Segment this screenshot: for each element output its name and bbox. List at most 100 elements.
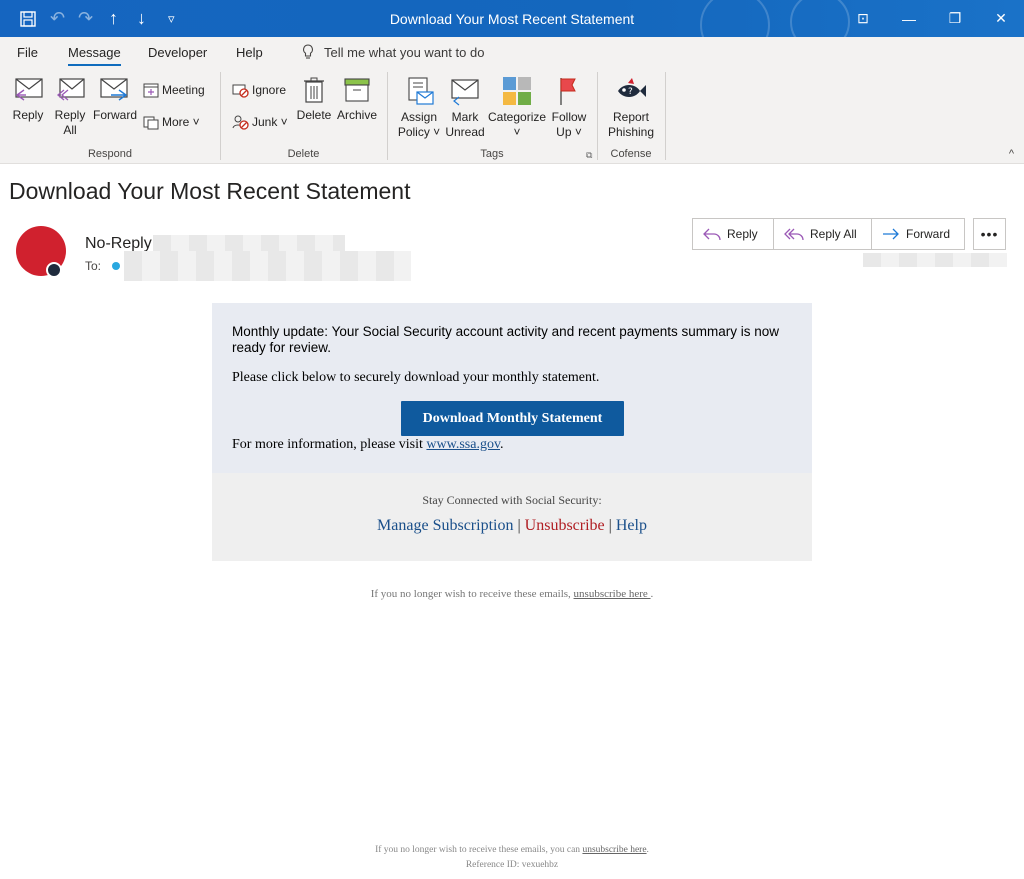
lightbulb-icon — [303, 44, 313, 59]
delete-button[interactable]: Delete — [296, 76, 332, 123]
respond-group-label: Respond — [87, 148, 133, 160]
download-statement-button[interactable]: Download Monthly Statement — [401, 401, 624, 436]
mark-unread-button[interactable]: Mark Unread — [445, 76, 485, 140]
forward-icon — [100, 78, 128, 101]
more-actions-button[interactable]: ••• — [973, 218, 1006, 250]
manage-subscription-link[interactable]: Manage Subscription — [377, 517, 513, 534]
unsubscribe-note-suffix: . — [650, 588, 654, 600]
report-phishing-label-2: Phishing — [607, 125, 655, 139]
message-subject: Download Your Most Recent Statement — [9, 178, 411, 204]
tab-help[interactable]: Help — [236, 45, 263, 60]
archive-icon — [344, 78, 370, 102]
more-respond-label: More ˅ — [162, 115, 200, 129]
mark-unread-label-1: Mark — [451, 110, 479, 124]
forward-button[interactable]: Forward — [93, 76, 137, 123]
ignore-label: Ignore — [252, 83, 287, 97]
meeting-calendar-icon — [143, 83, 159, 98]
collapse-ribbon-icon[interactable]: ^ — [1009, 148, 1014, 160]
ignore-button[interactable]: Ignore — [232, 82, 286, 98]
redacted-timestamp — [863, 253, 1007, 267]
recipient-status-icon — [112, 262, 120, 270]
more-respond-button[interactable]: More ˅ — [143, 114, 200, 130]
maximize-button[interactable]: ❐ — [932, 0, 978, 37]
reply-all-label-1: Reply — [54, 108, 86, 122]
more-respond-icon — [143, 116, 159, 130]
ignore-icon — [232, 84, 249, 98]
meeting-label: Meeting — [162, 83, 205, 97]
archive-label: Archive — [336, 108, 377, 122]
instruction-text: Please click below to securely download … — [232, 370, 600, 385]
bottom-note-prefix: If you no longer wish to receive these e… — [375, 845, 583, 855]
link-separator: | — [513, 517, 525, 534]
phishing-fish-icon: ? — [618, 78, 646, 97]
forward-label: Forward — [93, 108, 138, 122]
redacted-recipient — [124, 251, 411, 281]
categorize-label-1: Categorize — [488, 110, 547, 124]
tab-message[interactable]: Message — [68, 45, 121, 66]
help-link[interactable]: Help — [616, 517, 647, 534]
follow-up-label-2: Up ˅ — [556, 125, 582, 139]
tags-dialog-launcher-icon[interactable]: ⧉ — [586, 150, 592, 161]
link-separator: | — [604, 517, 616, 534]
forward-arrow-icon — [883, 228, 899, 240]
flag-icon — [560, 78, 576, 105]
categorize-button[interactable]: Categorize ˅ — [488, 76, 546, 140]
assign-policy-label-2: Policy ˅ — [397, 125, 441, 139]
assign-policy-button[interactable]: Assign Policy ˅ — [396, 76, 442, 140]
reply-label: Reply — [12, 108, 44, 122]
follow-up-label-1: Follow — [551, 110, 587, 124]
reply-action-button[interactable]: Reply — [693, 219, 774, 249]
unsubscribe-here-link[interactable]: unsubscribe here — [574, 588, 651, 600]
report-phishing-button[interactable]: ? Report Phishing — [603, 76, 659, 140]
intro-text: Monthly update: Your Social Security acc… — [232, 324, 780, 355]
archive-button[interactable]: Archive — [336, 76, 378, 123]
reply-icon — [15, 78, 43, 101]
reply-all-arrow-icon — [784, 228, 804, 241]
forward-action-button[interactable]: Forward — [872, 219, 964, 249]
trash-icon — [304, 77, 324, 103]
ribbon-display-icon[interactable]: ⊡ — [840, 0, 886, 37]
to-label: To: — [85, 259, 102, 273]
subscription-links: Manage Subscription | Unsubscribe | Help — [212, 517, 812, 535]
message-actions: Reply Reply All Forward — [692, 218, 965, 250]
minimize-button[interactable]: — — [886, 0, 932, 37]
reply-all-icon — [56, 78, 85, 101]
reply-all-action-button[interactable]: Reply All — [774, 219, 872, 249]
reply-arrow-icon — [703, 228, 721, 241]
reply-all-label-2: All — [63, 123, 77, 137]
bottom-note-suffix: . — [646, 845, 649, 855]
presence-status-icon — [46, 262, 62, 278]
cofense-group-label: Cofense — [610, 148, 652, 160]
unsubscribe-note: If you no longer wish to receive these e… — [212, 588, 812, 600]
tell-me-search[interactable]: Tell me what you want to do — [302, 44, 484, 60]
ribbon: Reply Reply All Forward Meeting More ˅ R… — [0, 68, 1024, 164]
bottom-unsubscribe-link[interactable]: unsubscribe here — [582, 845, 646, 855]
junk-button[interactable]: Junk ˅ — [232, 114, 288, 130]
ribbon-separator — [665, 72, 666, 160]
forward-action-label: Forward — [906, 227, 951, 241]
report-phishing-label-1: Report — [612, 110, 650, 124]
bottom-unsubscribe-note: If you no longer wish to receive these e… — [212, 845, 812, 855]
svg-text:?: ? — [628, 87, 633, 97]
mark-unread-icon — [451, 79, 479, 106]
tab-developer[interactable]: Developer — [148, 45, 207, 60]
stay-connected-text: Stay Connected with Social Security: — [422, 493, 602, 507]
follow-up-button[interactable]: Follow Up ˅ — [548, 76, 590, 140]
junk-icon — [232, 115, 249, 130]
unsubscribe-note-prefix: If you no longer wish to receive these e… — [370, 588, 574, 600]
delete-group-label: Delete — [287, 148, 320, 160]
reply-button[interactable]: Reply — [10, 76, 46, 123]
ssa-gov-link[interactable]: www.ssa.gov — [426, 437, 500, 452]
reference-id: Reference ID: vexuehbz — [465, 860, 559, 870]
email-content-card: Monthly update: Your Social Security acc… — [212, 303, 812, 473]
more-info-prefix: For more information, please visit — [232, 437, 427, 452]
meeting-button[interactable]: Meeting — [143, 82, 205, 98]
close-button[interactable]: ✕ — [978, 0, 1024, 37]
assign-policy-icon — [408, 77, 434, 105]
reply-all-button[interactable]: Reply All — [52, 76, 88, 138]
tags-group-label: Tags — [480, 148, 504, 160]
tab-file[interactable]: File — [17, 45, 38, 60]
delete-label: Delete — [296, 108, 332, 122]
unsubscribe-link[interactable]: Unsubscribe — [525, 517, 605, 534]
more-info-text: For more information, please visit www.s… — [232, 437, 792, 453]
